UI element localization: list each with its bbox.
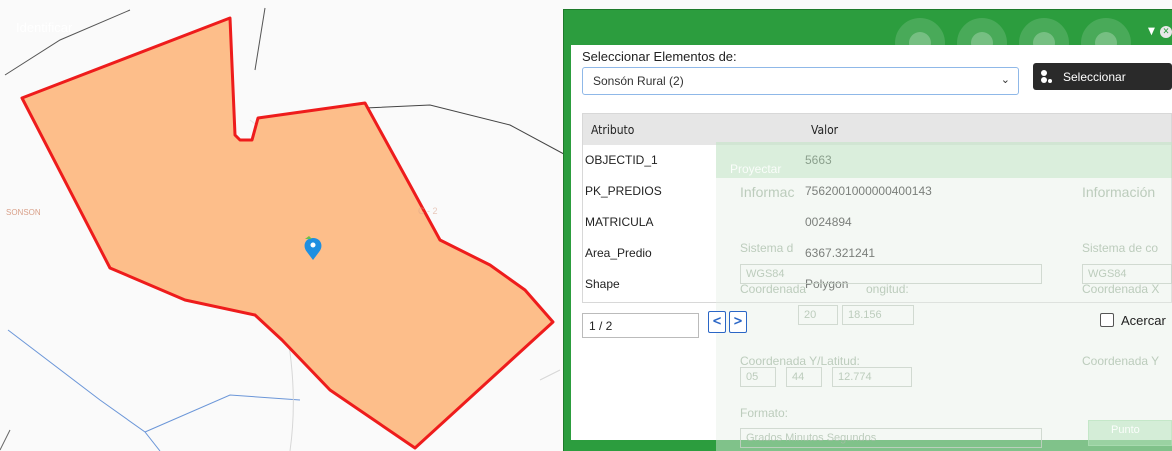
map-label-sonson: SONSON (6, 208, 41, 217)
row-value: 6367.321241 (805, 246, 876, 260)
table-row: Shape Polygon (583, 269, 1171, 300)
row-value: 7562001000000400143 (805, 184, 932, 198)
row-value: 0024894 (805, 215, 852, 229)
close-icon[interactable]: ✕ (1160, 26, 1172, 38)
prev-page-button[interactable]: < (708, 311, 726, 333)
row-attribute: Shape (585, 277, 620, 291)
layer-select-value: Sonsón Rural (2) (593, 74, 684, 88)
row-attribute: PK_PREDIOS (585, 184, 662, 198)
table-header: Atributo Valor (583, 114, 1171, 145)
column-header-attribute: Atributo (591, 123, 635, 137)
table-row: PK_PREDIOS 7562001000000400143 (583, 176, 1171, 207)
zoom-checkbox-label: Acercar (1121, 313, 1166, 328)
select-button-label: Seleccionar (1063, 69, 1126, 84)
select-dots-icon (1041, 69, 1055, 84)
table-row: Area_Predio 6367.321241 (583, 238, 1171, 269)
next-page-button[interactable]: > (729, 311, 747, 333)
row-attribute: Area_Predio (585, 246, 652, 260)
row-attribute: MATRICULA (585, 215, 654, 229)
select-button[interactable]: Seleccionar (1033, 63, 1172, 90)
map-label-zone: C - 2 (418, 206, 438, 216)
row-value: Polygon (805, 277, 849, 291)
attribute-table: Atributo Valor OBJECTID_1 5663 PK_PREDIO… (582, 113, 1172, 303)
table-row: OBJECTID_1 5663 (583, 145, 1171, 176)
row-attribute: OBJECTID_1 (585, 153, 658, 167)
row-value: 5663 (805, 153, 832, 167)
page-indicator[interactable]: 1 / 2 (582, 313, 699, 338)
layer-select[interactable]: Sonsón Rural (2) ⌄ (582, 67, 1019, 95)
chevron-down-icon: ⌄ (1000, 74, 1010, 86)
zoom-checkbox[interactable] (1100, 313, 1114, 327)
table-row: MATRICULA 0024894 (583, 207, 1171, 238)
panel-title: Identificar (16, 20, 73, 35)
select-elements-label: Seleccionar Elementos de: (582, 49, 737, 64)
column-header-value: Valor (811, 123, 839, 137)
collapse-icon[interactable]: ▼ (1148, 26, 1155, 37)
